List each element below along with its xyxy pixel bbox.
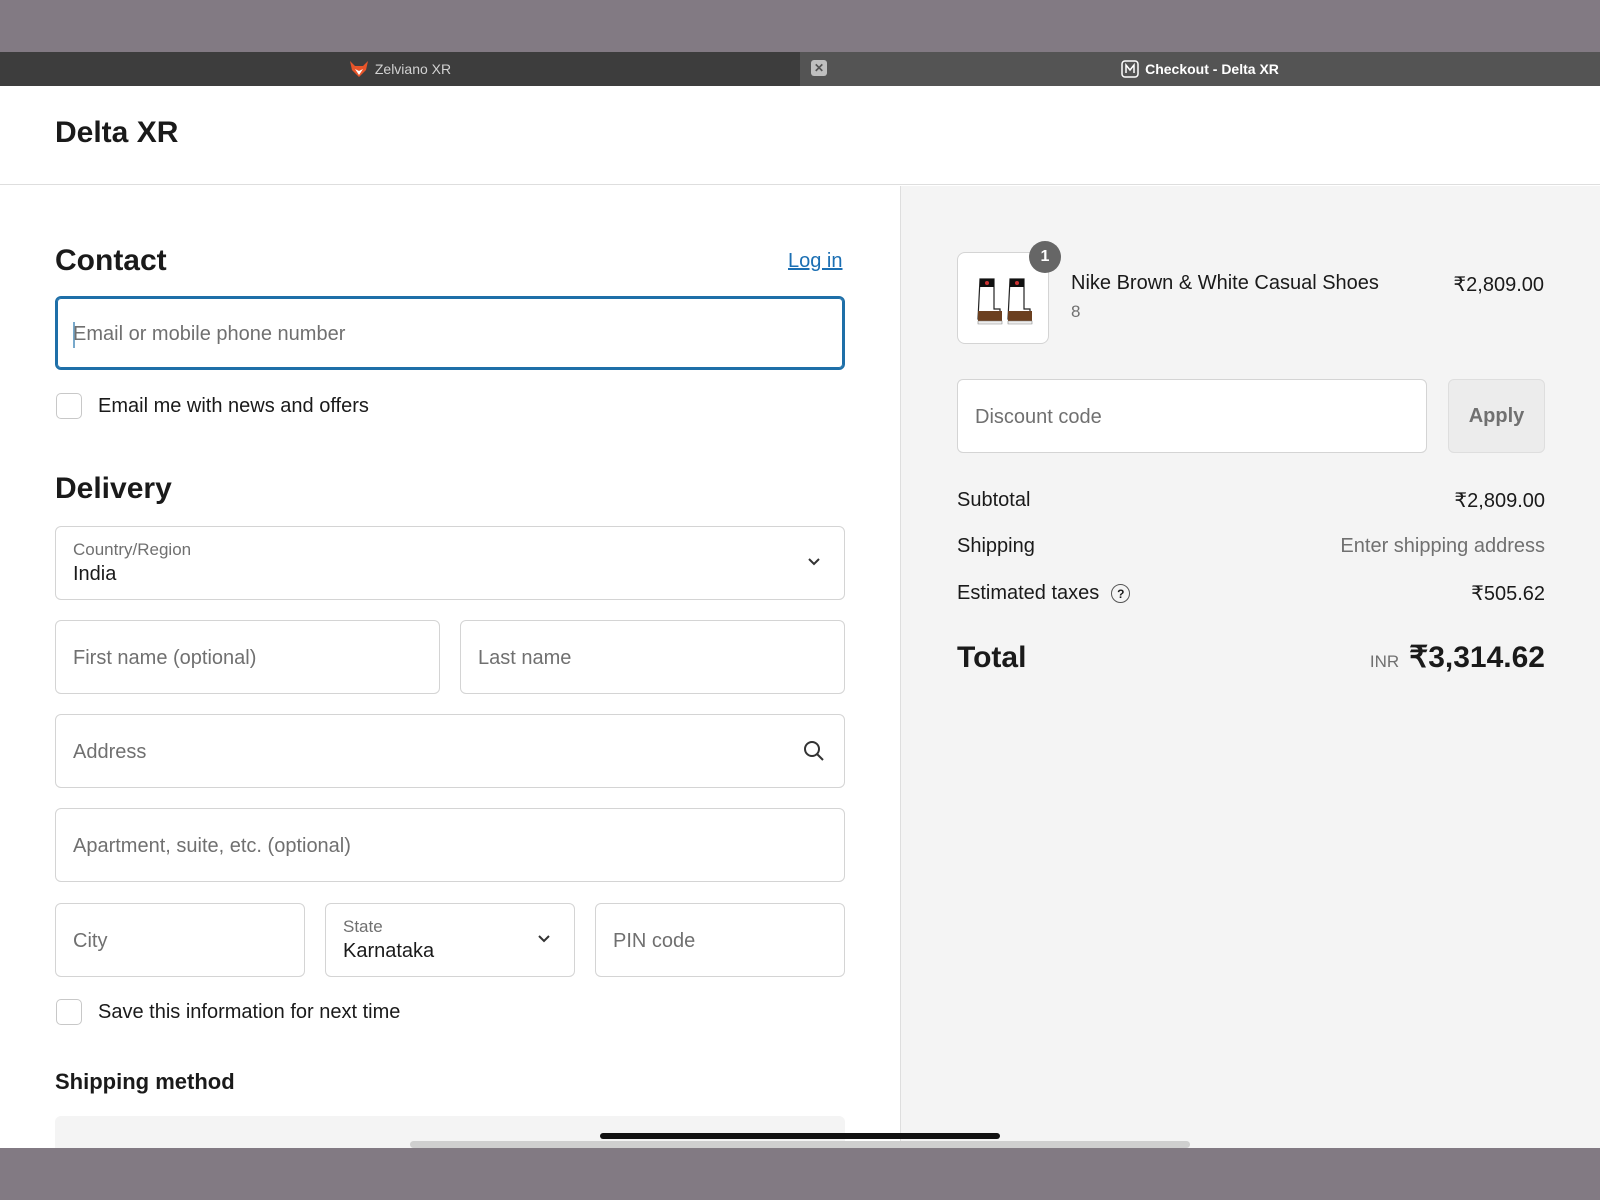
horizontal-scrollbar[interactable] [410,1141,1190,1148]
news-checkbox-row[interactable]: Email me with news and offers [56,393,369,419]
address-placeholder: Address [73,741,147,763]
delivery-heading: Delivery [55,472,172,505]
apartment-placeholder: Apartment, suite, etc. (optional) [73,835,351,857]
chevron-down-icon [806,554,822,575]
order-summary: 1 Nike Brown & White Casual Shoes 8 ₹2,8… [900,186,1600,1148]
save-info-checkbox[interactable] [56,999,82,1025]
checkout-page: Delta XR Contact Log in Email or mobile … [0,86,1600,1148]
taxes-label: Estimated taxes [957,582,1100,604]
pin-code-field[interactable]: PIN code [595,903,845,977]
last-name-field[interactable]: Last name [460,620,845,694]
taxes-value: ₹505.62 [1471,583,1545,605]
help-icon[interactable]: ? [1111,584,1131,604]
browser-tab-bar: Zelviano XR Checkout - Delta XR [0,52,1600,86]
first-name-placeholder: First name (optional) [73,647,257,669]
subtotal-label: Subtotal [957,489,1031,511]
email-field[interactable]: Email or mobile phone number [55,296,845,370]
product-name: Nike Brown & White Casual Shoes [1071,272,1379,294]
total-row: Total INR ₹3,314.62 [957,640,1545,675]
apartment-field[interactable]: Apartment, suite, etc. (optional) [55,808,845,882]
chevron-down-icon [536,931,552,952]
discount-code-field[interactable]: Discount code [957,379,1427,453]
state-label: State [343,917,383,936]
country-value: India [73,563,117,585]
shipping-value: Enter shipping address [1340,535,1545,557]
shipping-label: Shipping [957,535,1035,557]
apply-button[interactable]: Apply [1448,379,1545,453]
checkout-form: Contact Log in Email or mobile phone num… [0,186,900,1148]
total-currency: INR [1369,652,1400,671]
news-label: Email me with news and offers [98,394,369,417]
discount-placeholder: Discount code [975,406,1102,428]
state-select[interactable]: State Karnataka [325,903,575,977]
m-badge-icon [1121,60,1139,78]
tab-checkout-delta-xr[interactable]: Checkout - Delta XR [800,52,1600,86]
tab-zelviano-xr[interactable]: Zelviano XR [0,52,800,86]
last-name-placeholder: Last name [478,647,572,669]
state-value: Karnataka [343,940,435,962]
product-price: ₹2,809.00 [1453,274,1544,296]
store-header: Delta XR [0,86,1600,185]
subtotal-row: Subtotal ₹2,809.00 [957,488,1545,513]
shipping-row: Shipping Enter shipping address [957,535,1545,558]
store-logo[interactable]: Delta XR [55,116,178,150]
country-label: Country/Region [73,540,192,559]
shipping-method-heading: Shipping method [55,1069,235,1094]
contact-heading: Contact [55,244,167,277]
save-info-checkbox-row[interactable]: Save this information for next time [56,999,400,1025]
close-tab-icon[interactable]: ✕ [811,60,827,76]
email-placeholder: Email or mobile phone number [73,323,346,345]
product-variant: 8 [1071,302,1081,321]
save-info-label: Save this information for next time [98,1000,401,1023]
tab-label: Checkout - Delta XR [1145,61,1279,77]
pin-code-placeholder: PIN code [613,930,696,952]
city-placeholder: City [73,930,108,952]
country-select[interactable]: Country/Region India [55,526,845,600]
first-name-field[interactable]: First name (optional) [55,620,440,694]
search-icon[interactable] [802,739,826,768]
taxes-row: Estimated taxes? ₹505.62 [957,581,1545,606]
quantity-badge: 1 [1029,241,1061,273]
city-field[interactable]: City [55,903,305,977]
total-amount: ₹3,314.62 [1409,641,1545,674]
login-link[interactable]: Log in [788,250,843,273]
total-label: Total [957,641,1027,674]
home-indicator[interactable] [600,1133,1000,1139]
tab-label: Zelviano XR [374,61,452,77]
fox-icon [349,60,369,78]
address-field[interactable]: Address [55,714,845,788]
news-checkbox[interactable] [56,393,82,419]
subtotal-value: ₹2,809.00 [1454,490,1545,512]
